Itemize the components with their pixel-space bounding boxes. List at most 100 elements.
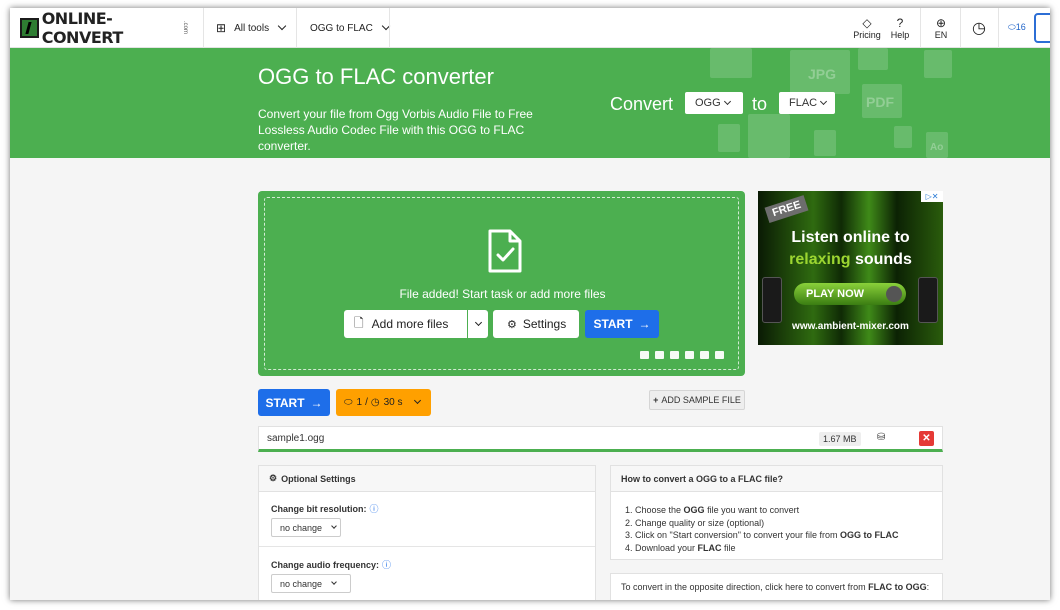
file-size: 1.67 MB [819, 432, 861, 446]
audio-frequency-select[interactable]: no change [271, 574, 351, 593]
chart-icon [924, 50, 952, 78]
ad-choices-icon[interactable]: ▷✕ [921, 191, 943, 202]
bit-resolution-value: no change [280, 522, 323, 533]
bg-ao-label: Ao [930, 142, 944, 153]
divider [998, 8, 999, 48]
howto-step: 3. Click on "Start conversion" to conver… [625, 529, 898, 542]
convert-label: Convert [610, 94, 674, 114]
credit-count: 1 [356, 397, 363, 408]
pricing-link[interactable]: ◇ Pricing [850, 8, 884, 48]
cloud-upload-icon[interactable]: ⛁ [877, 432, 885, 443]
credits-counter[interactable]: ⬭16 [1008, 22, 1026, 33]
remove-file-button[interactable]: ✕ [919, 431, 934, 446]
bit-resolution-select[interactable]: no change [271, 518, 341, 537]
howto-steps: 1. Choose the OGG file you want to conve… [625, 504, 898, 554]
clock-icon: ◷ [370, 397, 380, 408]
page-description: Convert your file from Ogg Vorbis Audio … [258, 107, 533, 153]
settings-button[interactable]: ⚙ Settings [493, 310, 579, 338]
opposite-text: To convert in the opposite direction, cl… [621, 582, 869, 592]
start-label: START [593, 317, 633, 331]
ad-url: www.ambient-mixer.com [792, 321, 909, 332]
audio-frequency-text: Change audio frequency: [271, 560, 380, 570]
arrow-right-icon: → [638, 317, 651, 331]
arrow-right-icon: → [310, 395, 323, 410]
clipboard-icon[interactable] [715, 351, 724, 359]
file-list-item: sample1.ogg 1.67 MB ⛁ ✕ [258, 426, 943, 452]
help-icon: ? [896, 15, 904, 30]
add-more-files-button[interactable]: 🗋 Add more files [344, 310, 467, 338]
gear-icon: ⚙ [269, 473, 278, 483]
step-text: 4. Download your [625, 542, 698, 553]
history-button[interactable]: ◷ [966, 8, 992, 48]
optional-settings-panel: ⚙ Optional Settings Change bit resolutio… [258, 465, 596, 600]
dropzone-border: File added! Start task or add more files… [264, 197, 739, 370]
current-tool-menu[interactable]: OGG to FLAC [310, 8, 391, 48]
howto-title: How to convert a OGG to a FLAC file? [621, 473, 784, 484]
logo-icon [20, 18, 39, 38]
divider [960, 8, 961, 48]
credit-time: 30 s [383, 397, 403, 408]
howto-step: 2. Change quality or size (optional) [625, 517, 765, 528]
folder-icon[interactable] [640, 351, 649, 359]
coin-icon: ⬭ [1008, 22, 1016, 32]
target-format-select[interactable]: FLAC [779, 92, 835, 114]
help-link[interactable]: ? Help [886, 8, 914, 48]
plus-icon: + [653, 395, 659, 405]
advertisement[interactable]: ▷✕ FREE Listen online to relaxing sounds… [758, 191, 943, 345]
language-label: EN [934, 29, 948, 40]
step-text: file you want to convert [704, 505, 800, 515]
info-icon[interactable]: ⓘ [370, 504, 379, 514]
grid-icon: ⊞ [216, 21, 227, 35]
credit-separator: / [365, 397, 368, 408]
onedrive-icon[interactable] [685, 351, 694, 359]
file-icon [814, 130, 836, 156]
pricing-label: Pricing [853, 29, 881, 40]
speaker-image [918, 277, 938, 323]
language-selector[interactable]: ⊕ EN [926, 8, 956, 48]
file-name: sample1.ogg [267, 433, 325, 444]
optional-settings-header: ⚙ Optional Settings [259, 466, 595, 492]
opposite-link[interactable]: FLAC to OGG [868, 582, 927, 592]
start-label: START [265, 395, 305, 410]
site-logo[interactable]: ONLINE-CONVERT .com [20, 9, 188, 47]
add-files-dropdown-toggle[interactable] [468, 310, 488, 338]
add-sample-file-button[interactable]: + ADD SAMPLE FILE [649, 390, 745, 410]
source-format-select[interactable]: OGG [685, 92, 743, 114]
chevron-down-icon [820, 97, 828, 105]
info-icon[interactable]: ⓘ [382, 560, 391, 570]
step-bold: FLAC [697, 542, 722, 553]
source-format-value: OGG [695, 97, 721, 109]
ad-subheadline: relaxing sounds [758, 251, 943, 269]
ad-headline: Listen online to [791, 229, 910, 246]
step-text: file [721, 542, 736, 553]
ad-free-badge: FREE [764, 195, 809, 223]
speaker-image [762, 277, 782, 323]
document-icon [748, 114, 790, 158]
credit-cost-dropdown[interactable]: ⬭ 1 / ◷ 30 s [336, 389, 431, 416]
chevron-down-icon [331, 578, 337, 585]
link-icon[interactable] [655, 351, 664, 359]
google-drive-icon[interactable] [670, 351, 679, 359]
chevron-down-icon [413, 396, 421, 405]
gears-icon: ⚙ [507, 318, 517, 331]
tag-icon: ◇ [862, 15, 872, 30]
account-button[interactable] [1034, 13, 1050, 43]
dropbox-icon[interactable] [700, 351, 709, 359]
start-conversion-button[interactable]: START → [258, 389, 330, 416]
chevron-down-icon [474, 318, 482, 326]
image-icon [858, 48, 888, 70]
help-label: Help [890, 29, 910, 40]
page-title: OGG to FLAC converter [258, 64, 494, 89]
mail-icon [710, 48, 752, 78]
to-label: to [752, 94, 768, 114]
top-navigation: ONLINE-CONVERT .com ⊞ All tools OGG to F… [10, 8, 1050, 48]
all-tools-menu[interactable]: ⊞ All tools [216, 8, 287, 48]
ad-play-button[interactable]: PLAY NOW [794, 283, 906, 305]
step-text: 3. Click on "Start conversion" to conver… [625, 530, 840, 540]
divider [920, 8, 921, 48]
upload-dropzone[interactable]: File added! Start task or add more files… [258, 191, 745, 376]
howto-header: How to convert a OGG to a FLAC file? [611, 466, 942, 492]
upload-source-icons [640, 351, 724, 359]
target-format-value: FLAC [789, 97, 818, 109]
start-button[interactable]: START → [585, 310, 659, 338]
